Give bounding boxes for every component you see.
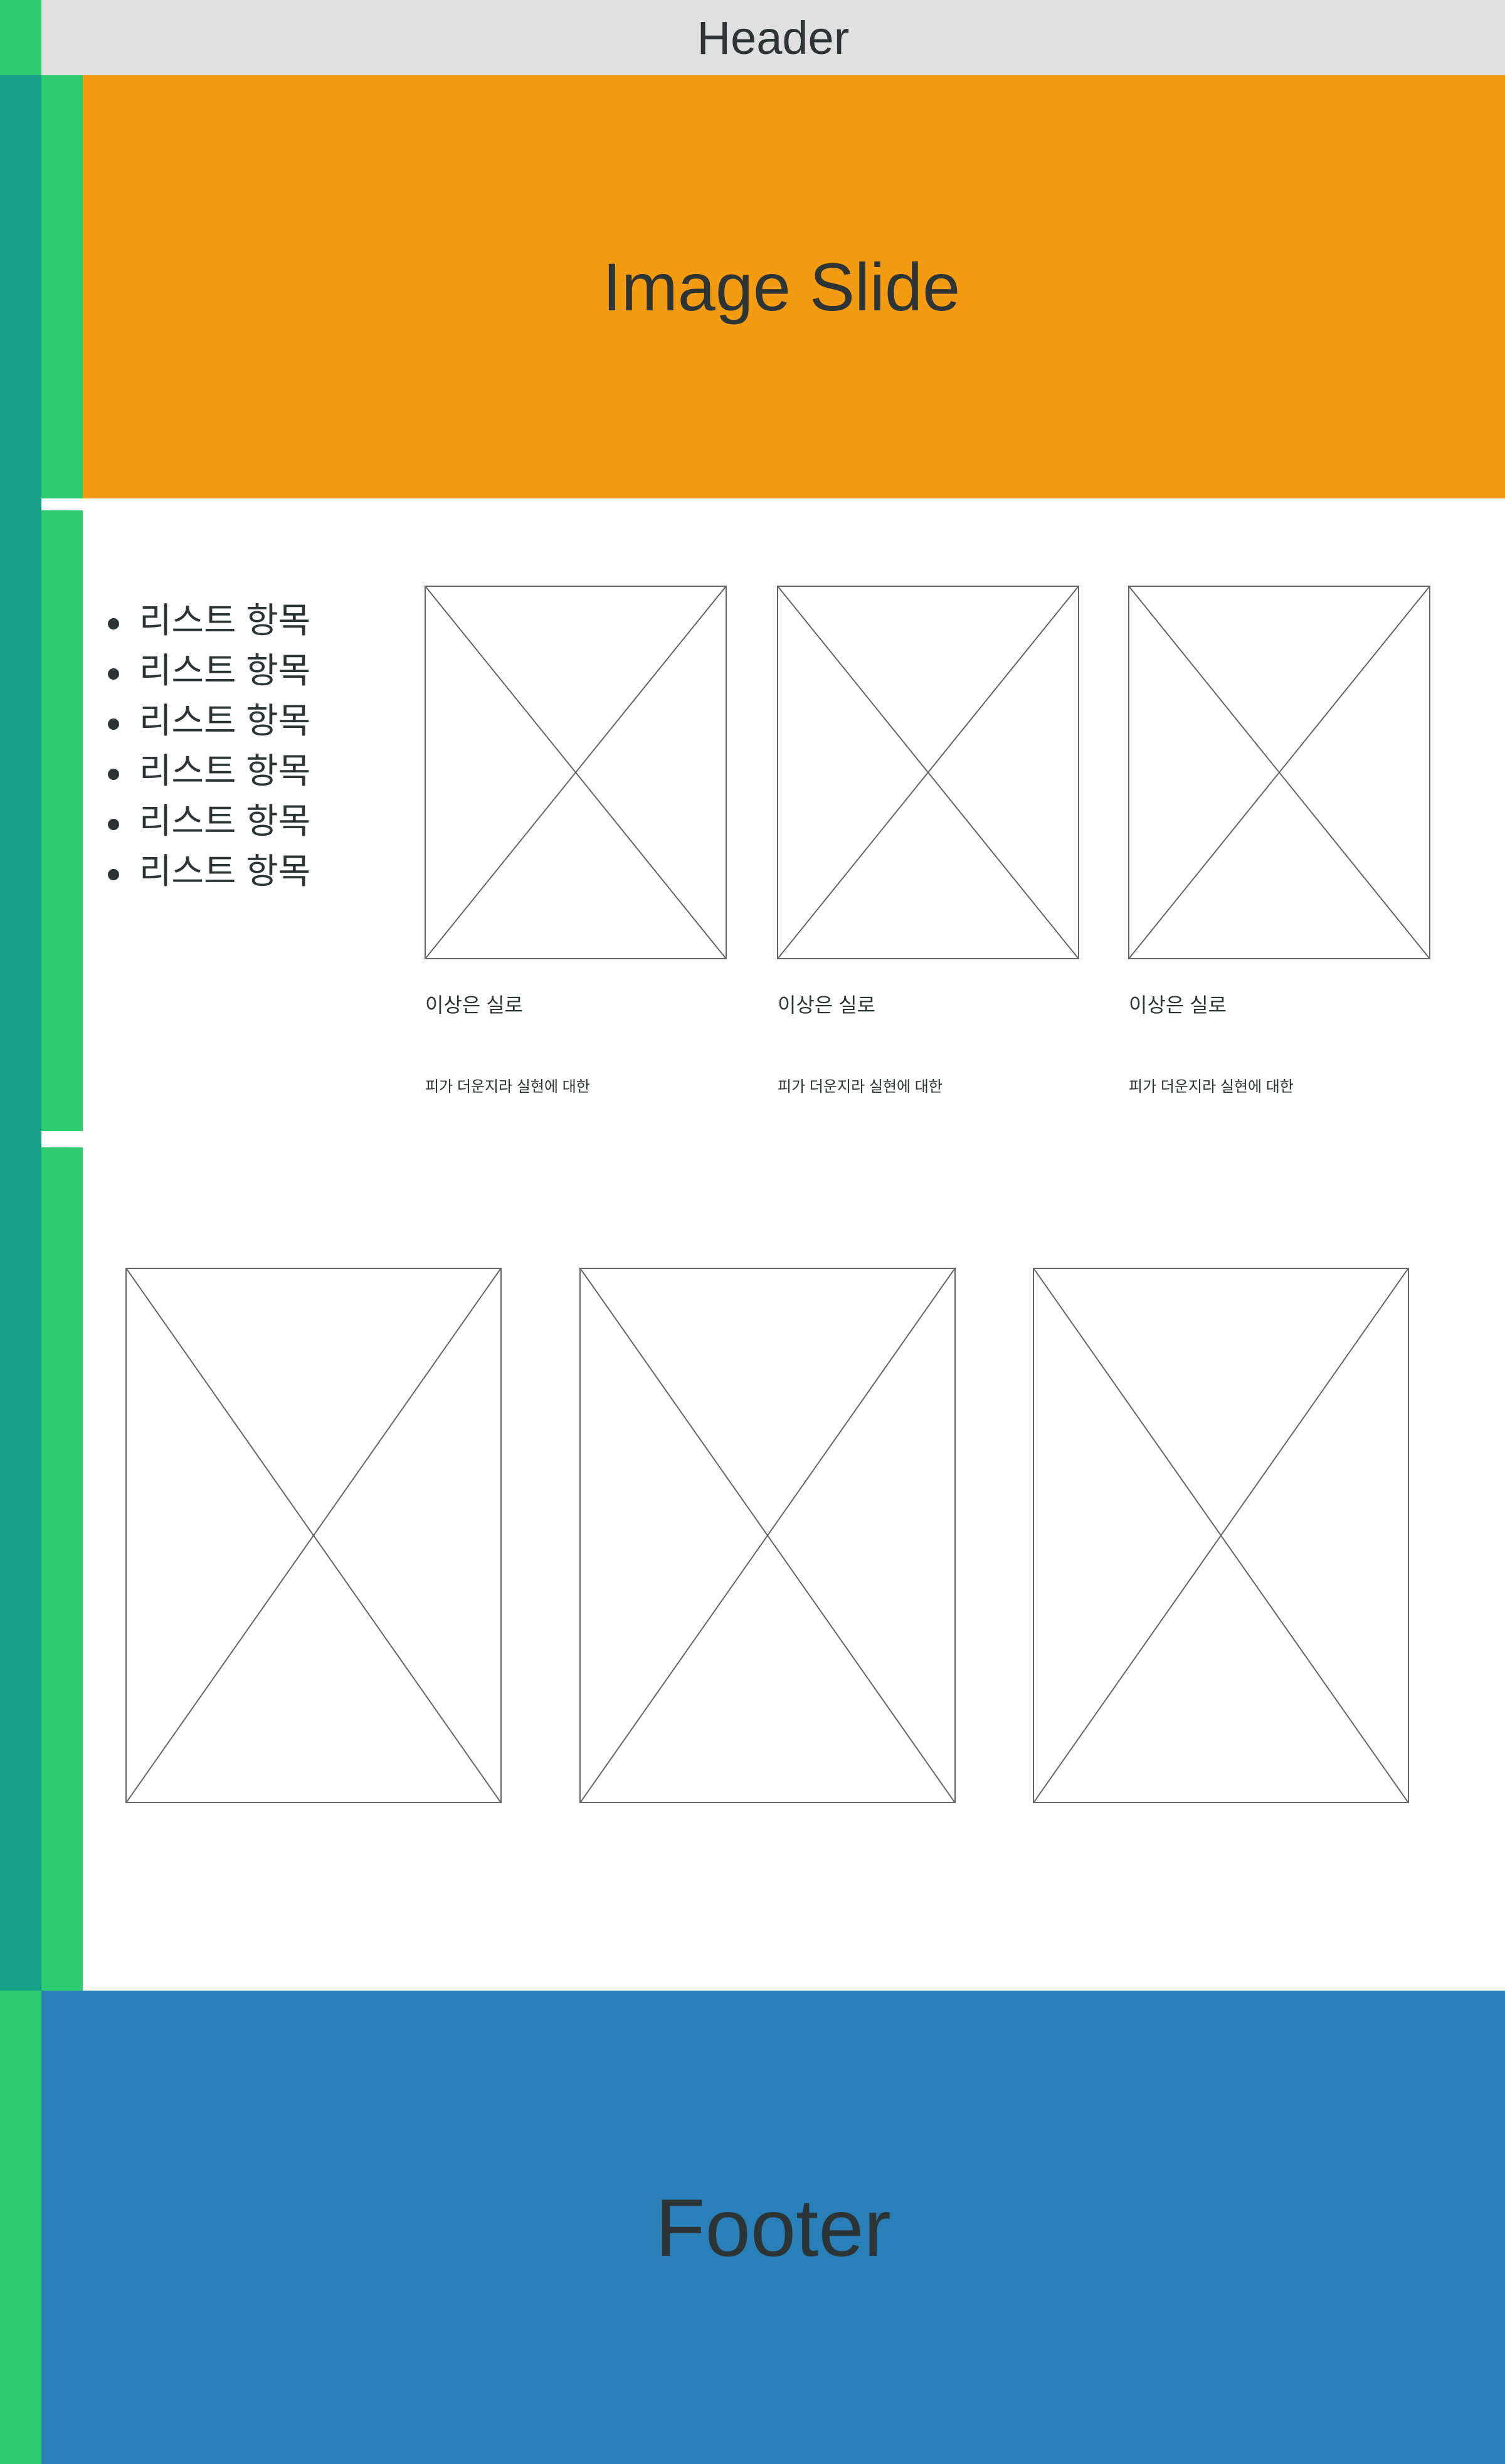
image-placeholder-icon (1129, 587, 1429, 958)
image-placeholder-icon (426, 587, 726, 958)
inner-strip-list (41, 510, 83, 1131)
list-item[interactable]: 리스트 항목 (100, 746, 310, 796)
image-placeholder-icon (581, 1269, 954, 1802)
header: Header (41, 0, 1505, 75)
footer: Footer (41, 1991, 1505, 2464)
item-list: 리스트 항목 리스트 항목 리스트 항목 리스트 항목 리스트 항목 리스트 항… (100, 596, 310, 897)
gallery-image-placeholder[interactable] (1033, 1268, 1409, 1803)
card-image-placeholder[interactable] (1128, 586, 1430, 959)
card-description: 피가 더운지라 실현에 대한 (425, 1078, 590, 1095)
list-item[interactable]: 리스트 항목 (100, 696, 310, 746)
inner-strip-gallery (41, 1147, 83, 1991)
card-description: 피가 더운지라 실현에 대한 (778, 1078, 943, 1095)
image-placeholder-icon (1034, 1269, 1408, 1802)
sidebar-accent-bottom (0, 1991, 41, 2464)
list-item[interactable]: 리스트 항목 (100, 596, 310, 646)
list-item[interactable]: 리스트 항목 (100, 646, 310, 696)
card-description: 피가 더운지라 실현에 대한 (1129, 1078, 1294, 1095)
card-title: 이상은 실로 (425, 994, 524, 1016)
card-title: 이상은 실로 (778, 994, 876, 1016)
gallery-image-placeholder[interactable] (579, 1268, 956, 1803)
gallery-image-placeholder[interactable] (125, 1268, 502, 1803)
sidebar-accent-top (0, 0, 41, 75)
inner-strip-slide (41, 75, 83, 498)
image-placeholder-icon (127, 1269, 500, 1802)
header-title: Header (697, 11, 850, 64)
image-placeholder-icon (778, 587, 1078, 958)
card-image-placeholder[interactable] (425, 586, 727, 959)
footer-title: Footer (655, 2181, 891, 2273)
card-title: 이상은 실로 (1129, 994, 1227, 1016)
list-item[interactable]: 리스트 항목 (100, 796, 310, 846)
image-slide[interactable]: Image Slide (83, 75, 1505, 498)
card-image-placeholder[interactable] (777, 586, 1079, 959)
sidebar (0, 75, 41, 1991)
list-item[interactable]: 리스트 항목 (100, 846, 310, 897)
image-slide-title: Image Slide (602, 249, 961, 325)
